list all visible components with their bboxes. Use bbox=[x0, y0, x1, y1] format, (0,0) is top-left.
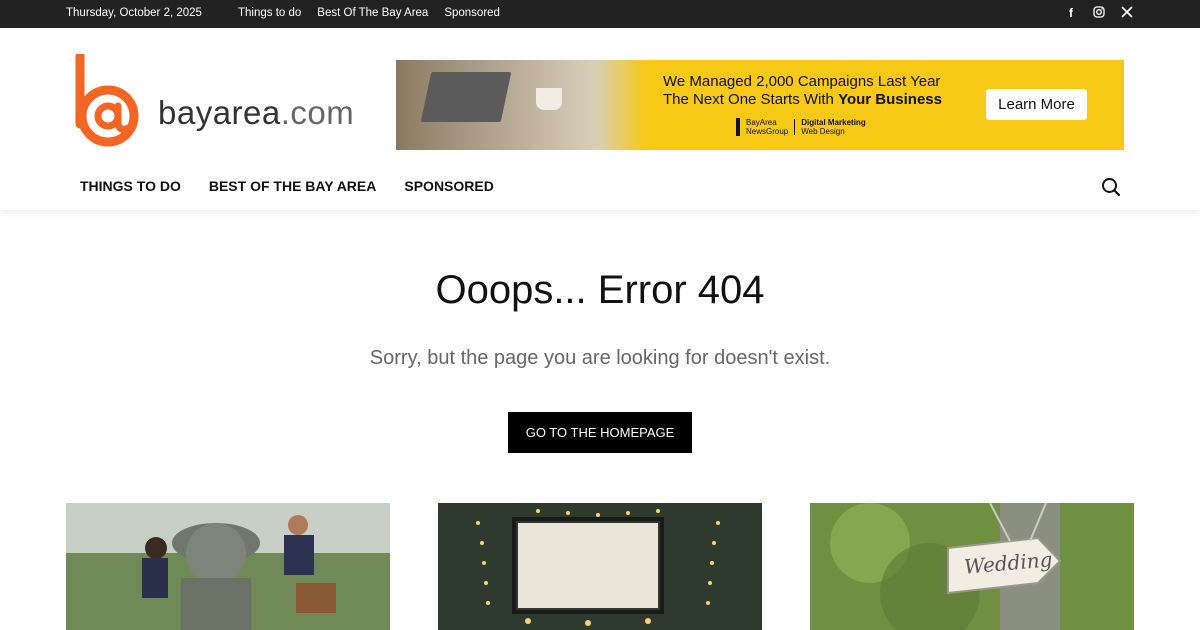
facebook-icon[interactable]: f bbox=[1064, 6, 1078, 20]
main-nav: THINGS TO DO BEST OF THE BAY AREA SPONSO… bbox=[80, 178, 494, 194]
brand-right: Digital Marketing Web Design bbox=[801, 118, 865, 136]
x-icon[interactable] bbox=[1120, 6, 1134, 20]
nav-item-things-to-do[interactable]: THINGS TO DO bbox=[80, 178, 181, 194]
current-date: Thursday, October 2, 2025 bbox=[66, 7, 202, 19]
article-card-1[interactable] bbox=[66, 503, 390, 630]
nav-item-sponsored[interactable]: SPONSORED bbox=[404, 178, 493, 194]
learn-more-button[interactable]: Learn More bbox=[986, 89, 1087, 120]
site-header: bayarea.com We Managed 2,000 Campaigns L… bbox=[0, 28, 1200, 210]
banner-headline-1: We Managed 2,000 Campaigns Last Year bbox=[663, 73, 941, 90]
social-links: f bbox=[1064, 6, 1134, 20]
top-link-best-of-bay-area[interactable]: Best Of The Bay Area bbox=[317, 7, 428, 19]
card-1-image bbox=[66, 503, 390, 630]
error-message: Sorry, but the page you are looking for … bbox=[369, 347, 831, 369]
banner-brand: BayArea NewsGroup Digital Marketing Web … bbox=[736, 118, 866, 136]
logo-domain: .com bbox=[280, 94, 355, 131]
brand-left-line-2: NewsGroup bbox=[746, 127, 789, 136]
article-card-2[interactable] bbox=[438, 503, 762, 630]
instagram-icon[interactable] bbox=[1092, 6, 1106, 20]
nav-item-best-of-bay-area[interactable]: BEST OF THE BAY AREA bbox=[209, 178, 377, 194]
banner-headline-2: The Next One Starts With Your Business bbox=[663, 91, 942, 108]
top-link-things-to-do[interactable]: Things to do bbox=[238, 7, 301, 19]
brand-bar bbox=[736, 118, 740, 136]
card-2-image bbox=[438, 503, 762, 630]
logo-at-icon bbox=[75, 51, 139, 147]
logo-wordmark: bayarea.com bbox=[158, 94, 354, 132]
banner-headline-2-bold: Your Business bbox=[838, 91, 942, 108]
banner-laptop-image bbox=[420, 72, 512, 122]
go-to-homepage-button[interactable]: GO TO THE HOMEPAGE bbox=[508, 412, 692, 453]
logo-name: bayarea bbox=[158, 94, 281, 131]
banner-cup-image bbox=[536, 88, 562, 110]
ad-banner[interactable]: We Managed 2,000 Campaigns Last Year The… bbox=[396, 60, 1124, 150]
brand-left: BayArea NewsGroup bbox=[746, 118, 788, 136]
search-icon[interactable] bbox=[1100, 176, 1122, 198]
brand-left-line-1: BayArea bbox=[746, 118, 777, 127]
top-links: Things to do Best Of The Bay Area Sponso… bbox=[238, 7, 500, 19]
brand-right-line-1: Digital Marketing bbox=[801, 118, 866, 127]
top-bar: Thursday, October 2, 2025 Things to do B… bbox=[0, 0, 1200, 28]
top-link-sponsored[interactable]: Sponsored bbox=[444, 7, 500, 19]
site-logo[interactable]: bayarea.com bbox=[74, 51, 364, 158]
brand-separator bbox=[794, 119, 796, 135]
page-title: Ooops... Error 404 bbox=[435, 268, 765, 312]
brand-right-line-2: Web Design bbox=[801, 127, 845, 136]
article-card-3[interactable]: Wedding bbox=[810, 503, 1134, 630]
banner-headline-2-prefix: The Next One Starts With bbox=[663, 91, 839, 108]
